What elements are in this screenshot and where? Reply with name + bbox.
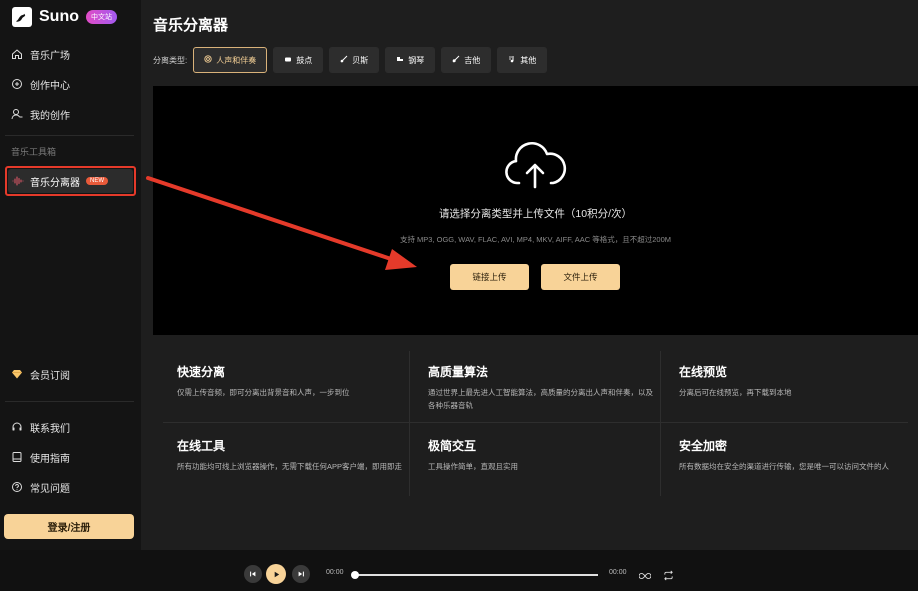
play-button[interactable]: [266, 564, 286, 584]
tab-label: 钢琴: [408, 55, 425, 65]
sidebar-item-label: 创作中心: [30, 80, 70, 92]
grid-divider: [163, 422, 908, 423]
feature-title: 高质量算法: [428, 365, 489, 379]
tab-piano[interactable]: 钢琴: [385, 47, 436, 73]
feature-card: 高质量算法 通过世界上最先进人工智能算法，高质量的分离出人声和伴奏，以及各种乐器…: [428, 363, 658, 412]
divider: [5, 401, 134, 402]
feature-desc: 分离后可在线预览，再下载到本地: [679, 388, 792, 397]
suno-logo-icon: [12, 7, 32, 27]
grid-divider: [660, 351, 661, 496]
feature-desc: 通过世界上最先进人工智能算法，高质量的分离出人声和伴奏，以及各种乐器音轨: [428, 388, 653, 410]
feature-title: 安全加密: [679, 439, 728, 453]
progress-bar[interactable]: [351, 571, 598, 579]
diamond-icon: [11, 368, 23, 380]
highlight-annotation-box: [5, 166, 136, 196]
help-icon: [11, 481, 23, 493]
feature-title: 在线预览: [679, 365, 728, 379]
loop-icon[interactable]: [638, 568, 652, 586]
feature-desc: 所有功能均可线上浏览器操作，无需下载任何APP客户端，即用即走: [177, 462, 403, 471]
region-badge: 中文站: [86, 10, 117, 24]
sidebar-item-contact[interactable]: 联系我们: [11, 417, 70, 437]
tab-bass[interactable]: 贝斯: [329, 47, 380, 73]
sidebar: Suno 中文站 音乐广场 创作中心 我的创作 音乐工具箱 音乐分离器 NEW …: [0, 0, 141, 550]
next-track-button[interactable]: [292, 565, 310, 583]
sidebar-item-my-creations[interactable]: 我的创作: [11, 104, 70, 124]
separation-type-row: 分离类型: 人声和伴奏 鼓点 贝斯 钢琴 吉他 其他: [153, 47, 548, 73]
user-icon: [11, 108, 23, 120]
previous-track-button[interactable]: [244, 565, 262, 583]
app-name: Suno: [39, 8, 79, 25]
drum-icon: [284, 55, 292, 65]
skip-back-icon: [250, 571, 256, 577]
feature-card: 快速分离 仅需上传音频，即可分离出背景音和人声，一步到位: [177, 363, 407, 399]
tab-vocal-accompaniment[interactable]: 人声和伴奏: [193, 47, 268, 73]
page-title: 音乐分离器: [153, 17, 229, 34]
home-icon: [11, 48, 23, 60]
feature-card: 在线工具 所有功能均可线上浏览器操作，无需下载任何APP客户端，即用即走: [177, 437, 407, 473]
tab-label: 人声和伴奏: [216, 55, 257, 65]
divider: [5, 135, 134, 136]
feature-card: 极简交互 工具操作简单，直观且实用: [428, 437, 658, 473]
tab-label: 鼓点: [296, 55, 313, 65]
feature-desc: 工具操作简单，直观且实用: [428, 462, 518, 471]
feature-card: 安全加密 所有数据均在安全的渠道进行传输，您是唯一可以访问文件的人: [679, 437, 909, 473]
bass-icon: [340, 55, 348, 65]
sidebar-item-guide[interactable]: 使用指南: [11, 447, 70, 467]
skip-forward-icon: [298, 571, 304, 577]
total-time: 00:00: [609, 569, 627, 576]
repeat-icon[interactable]: [663, 568, 674, 586]
sidebar-item-label: 我的创作: [30, 110, 70, 122]
sidebar-item-music-plaza[interactable]: 音乐广场: [11, 44, 70, 64]
sidebar-item-label: 使用指南: [30, 453, 70, 465]
tab-label: 其他: [520, 55, 537, 65]
progress-knob[interactable]: [351, 571, 359, 579]
sidebar-item-label: 联系我们: [30, 423, 70, 435]
current-time: 00:00: [326, 569, 344, 576]
sidebar-item-label: 音乐广场: [30, 50, 70, 62]
grid-divider: [409, 351, 410, 496]
cloud-upload-icon: [505, 142, 567, 189]
book-icon: [11, 451, 23, 463]
upload-instruction: 请选择分离类型并上传文件（10积分/次）: [438, 208, 633, 220]
sidebar-item-membership[interactable]: 会员订阅: [11, 364, 70, 384]
upload-format-note: 支持 MP3, OGG, WAV, FLAC, AVI, MP4, MKV, A…: [399, 235, 672, 244]
play-icon: [274, 571, 279, 577]
sidebar-item-create-center[interactable]: 创作中心: [11, 74, 70, 94]
section-label-toolbox: 音乐工具箱: [11, 147, 57, 157]
feature-card: 在线预览 分离后可在线预览，再下载到本地: [679, 363, 909, 399]
headset-icon: [11, 421, 23, 433]
file-upload-button[interactable]: 文件上传: [541, 264, 620, 290]
create-icon: [11, 78, 23, 90]
piano-icon: [396, 55, 404, 65]
sidebar-item-label: 常见问题: [30, 483, 70, 495]
vocal-icon: [204, 55, 212, 65]
guitar-icon: [452, 55, 460, 65]
feature-desc: 所有数据均在安全的渠道进行传输，您是唯一可以访问文件的人: [679, 462, 889, 471]
separation-type-label: 分离类型:: [153, 55, 188, 65]
login-register-button[interactable]: 登录/注册: [4, 514, 134, 539]
logo[interactable]: Suno 中文站: [12, 7, 117, 27]
feature-title: 快速分离: [177, 365, 226, 379]
tab-label: 贝斯: [352, 55, 369, 65]
feature-title: 极简交互: [428, 439, 477, 453]
sidebar-item-faq[interactable]: 常见问题: [11, 477, 70, 497]
tab-guitar[interactable]: 吉他: [441, 47, 492, 73]
upload-dropzone[interactable]: 请选择分离类型并上传文件（10积分/次） 支持 MP3, OGG, WAV, F…: [153, 86, 918, 335]
feature-title: 在线工具: [177, 439, 226, 453]
audio-player: 00:00 00:00: [0, 550, 918, 591]
sidebar-item-label: 会员订阅: [30, 370, 70, 382]
main-content: 音乐分离器 分离类型: 人声和伴奏 鼓点 贝斯 钢琴 吉他 其他 请选择分离类型…: [141, 0, 918, 550]
tab-drums[interactable]: 鼓点: [273, 47, 324, 73]
tab-other[interactable]: 其他: [497, 47, 548, 73]
link-upload-button[interactable]: 链接上传: [450, 264, 529, 290]
tab-label: 吉他: [464, 55, 481, 65]
feature-desc: 仅需上传音频，即可分离出背景音和人声，一步到位: [177, 388, 350, 397]
other-icon: [508, 55, 516, 65]
